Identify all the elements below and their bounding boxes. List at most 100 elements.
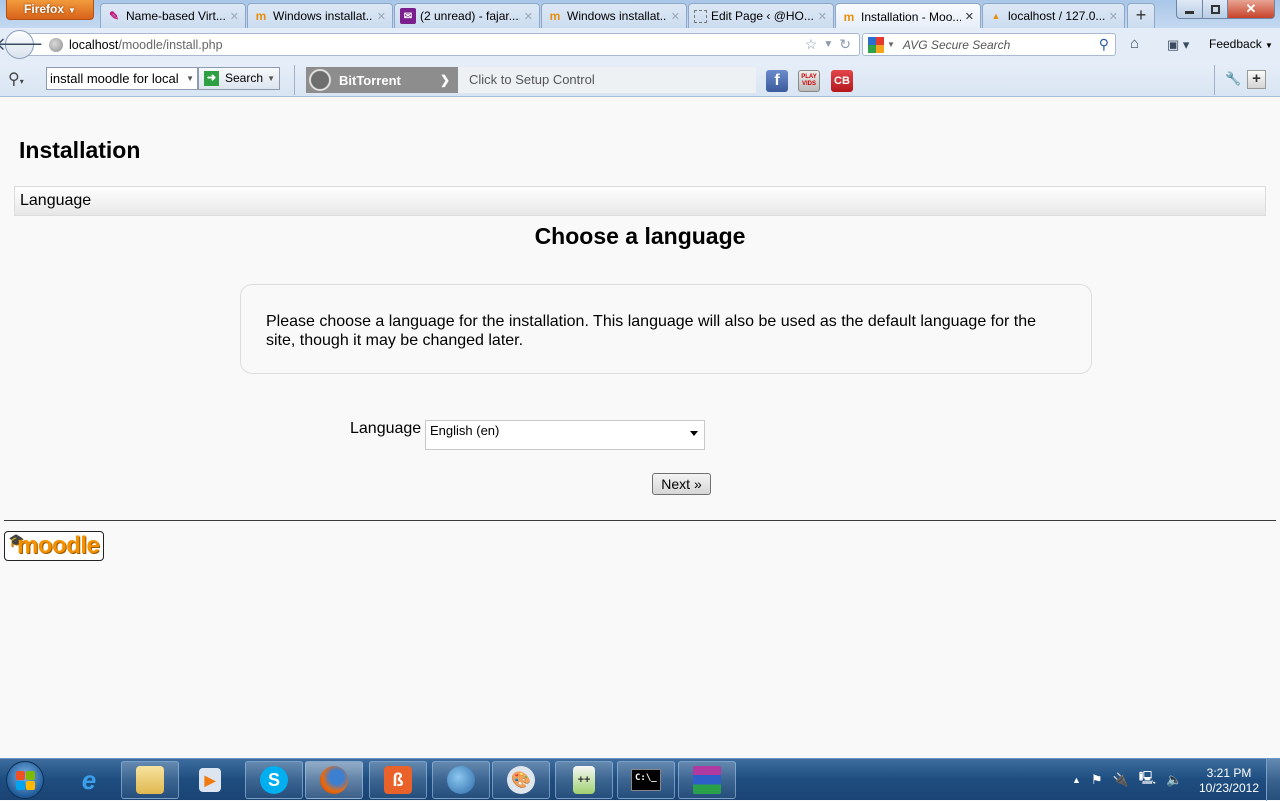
moodle-icon: m (255, 9, 267, 23)
windows-logo-icon-part (25, 770, 35, 780)
new-tab-button[interactable]: + (1127, 3, 1155, 28)
close-tab-icon[interactable]: ✕ (1109, 10, 1118, 23)
tab-name-based-virtual[interactable]: ✎ Name-based Virt... ✕ (100, 3, 246, 28)
windows-taskbar: e ▶ S ß 🎨 ++ C:\_ ▲ ⚑ 🔌 🖳 🔈 3:21 PM 10/2… (0, 758, 1280, 801)
breadcrumb-item: Language (20, 192, 92, 209)
clock-date: 10/23/2012 (1198, 781, 1260, 795)
windows-logo-icon-part (25, 780, 35, 790)
tab-edit-page[interactable]: Edit Page ‹ @HO... ✕ (688, 3, 834, 28)
web-page: Installation Language Choose a language … (0, 97, 1280, 758)
close-tab-icon[interactable]: ✕ (965, 10, 974, 23)
wrench-icon[interactable]: 🔧 (1225, 71, 1241, 87)
paint-palette-icon: 🎨 (507, 766, 535, 794)
volume-icon[interactable]: 🔈 (1166, 772, 1182, 788)
winrar-icon (693, 766, 721, 794)
taskbar-paint[interactable]: 🎨 (492, 761, 550, 799)
command-prompt-icon: C:\_ (631, 769, 661, 791)
toolbar-search-label: Search (225, 71, 264, 85)
action-center-flag-icon[interactable]: ⚑ (1091, 772, 1103, 788)
tab-unread-mail[interactable]: ✉ (2 unread) - fajar.... ✕ (394, 3, 540, 28)
taskbar-windows-explorer[interactable] (121, 761, 179, 799)
feedback-menu[interactable]: Feedback ▼ (1209, 37, 1273, 51)
taskbar-xampp[interactable]: ß (369, 761, 427, 799)
go-arrow-icon: ➜ (204, 71, 219, 86)
close-window-button[interactable]: ✕ (1227, 0, 1275, 19)
bittorrent-button[interactable]: BitTorrent ❯ (306, 67, 458, 93)
restore-window-button[interactable] (1202, 0, 1228, 19)
facebook-icon[interactable]: f (766, 70, 788, 92)
play-vids-icon[interactable]: PLAY VIDS (798, 70, 820, 92)
avg-logo-icon (868, 36, 884, 53)
bookmarks-menu-icon[interactable]: ▣ ▾ (1167, 37, 1189, 53)
feather-icon: ✎ (108, 9, 120, 23)
toolbar-search-input[interactable]: install moodle for local ▼ (46, 67, 198, 90)
firefox-icon (320, 766, 348, 794)
blank-page-icon (694, 9, 707, 23)
show-desktop-button[interactable] (1266, 759, 1280, 801)
search-engine-dropdown-icon[interactable]: ▼ (887, 40, 895, 49)
search-toolbar: ⚲▾ install moodle for local ▼ ➜ Search ▼… (0, 62, 1280, 97)
windows-logo-icon (15, 770, 25, 780)
search-icon[interactable]: ⚲▾ (8, 69, 24, 89)
breadcrumb: Language (14, 186, 1266, 216)
firefox-menu-button[interactable]: Firefox ▼ (6, 0, 94, 20)
next-button[interactable]: Next » (652, 473, 711, 495)
chevron-down-icon[interactable]: ▼ (186, 68, 194, 89)
tab-localhost-phpmyadmin[interactable]: ▲ localhost / 127.0.... ✕ (982, 3, 1125, 28)
folder-icon (136, 766, 164, 794)
tab-label: Installation - Moo... (861, 9, 961, 24)
feedback-label: Feedback (1209, 37, 1262, 51)
moodle-icon: m (549, 9, 561, 23)
start-button[interactable] (6, 761, 44, 799)
show-hidden-icons-icon[interactable]: ▲ (1072, 775, 1081, 785)
chevron-down-icon: ❯ (439, 73, 450, 87)
language-select[interactable]: English (en) (425, 420, 705, 450)
network-icon[interactable]: 🖳 (1139, 769, 1156, 791)
taskbar-internet-download-manager[interactable] (432, 761, 490, 799)
back-button[interactable]: 🡐 (0, 30, 44, 59)
close-icon: ✕ (1245, 1, 1257, 16)
history-dropdown-icon[interactable]: ▼ (823, 39, 833, 53)
clock-time: 3:21 PM (1206, 766, 1252, 780)
tab-installation-moodle[interactable]: m Installation - Moo... ✕ (835, 3, 981, 29)
moodle-logo-text: moodle (17, 532, 100, 559)
info-text: Please choose a language for the install… (266, 313, 1037, 349)
cb-icon[interactable]: CB (831, 70, 853, 92)
page-title: Installation (19, 137, 141, 163)
back-arrow-icon: 🡐 (0, 34, 44, 54)
web-search-box[interactable]: ▼ AVG Secure Search ⚲ (862, 33, 1116, 56)
internet-explorer-icon: e (81, 764, 97, 795)
toolbar-search-button[interactable]: ➜ Search ▼ (198, 67, 280, 90)
taskbar-internet-explorer[interactable]: e (60, 761, 118, 799)
taskbar-skype[interactable]: S (245, 761, 303, 799)
close-tab-icon[interactable]: ✕ (818, 10, 827, 23)
tab-windows-installation-1[interactable]: m Windows installat... ✕ (247, 3, 393, 28)
taskbar-media-player[interactable]: ▶ (181, 761, 239, 799)
close-tab-icon[interactable]: ✕ (230, 10, 239, 23)
search-magnifier-icon[interactable]: ⚲ (1099, 36, 1109, 53)
close-tab-icon[interactable]: ✕ (377, 10, 386, 23)
clock[interactable]: 3:21 PM 10/23/2012 (1196, 766, 1262, 796)
taskbar-notepad-plus-plus[interactable]: ++ (555, 761, 613, 799)
section-heading: Choose a language (534, 223, 746, 249)
plus-icon: + (1252, 70, 1261, 87)
power-plug-icon[interactable]: 🔌 (1113, 772, 1129, 788)
home-icon[interactable]: ⌂ (1130, 35, 1139, 52)
moodle-logo[interactable]: 🎓 moodle (4, 531, 104, 561)
taskbar-firefox[interactable] (305, 761, 363, 799)
tab-windows-installation-2[interactable]: m Windows installat... ✕ (541, 3, 687, 28)
xampp-icon: ß (384, 766, 412, 794)
minimize-window-button[interactable] (1176, 0, 1203, 19)
bittorrent-label: BitTorrent (339, 72, 401, 88)
url-host: localhost (69, 37, 119, 52)
bittorrent-setup-control[interactable]: Click to Setup Control (458, 67, 756, 93)
reload-icon[interactable]: ↻ (839, 36, 851, 53)
add-toolbar-item-button[interactable]: + (1247, 70, 1266, 89)
bookmark-star-icon[interactable]: ☆ (805, 36, 818, 53)
close-tab-icon[interactable]: ✕ (524, 10, 533, 23)
toolbar-search-query: install moodle for local (50, 71, 179, 86)
taskbar-winrar[interactable] (678, 761, 736, 799)
taskbar-command-prompt[interactable]: C:\_ (617, 761, 675, 799)
url-bar[interactable]: localhost/moodle/install.php ☆ ▼ ↻ (28, 33, 860, 56)
close-tab-icon[interactable]: ✕ (671, 10, 680, 23)
